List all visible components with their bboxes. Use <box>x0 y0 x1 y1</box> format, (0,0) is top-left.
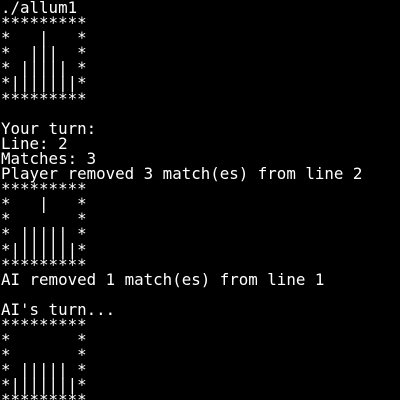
board-border-bottom: ********* <box>1 390 87 400</box>
terminal-window[interactable]: ./allum1 ********* * | * * ||| * * |||||… <box>0 0 400 400</box>
board-border-bottom: ********* <box>1 88 87 108</box>
ai-move-message: AI removed 1 match(es) from line 1 <box>1 269 325 289</box>
